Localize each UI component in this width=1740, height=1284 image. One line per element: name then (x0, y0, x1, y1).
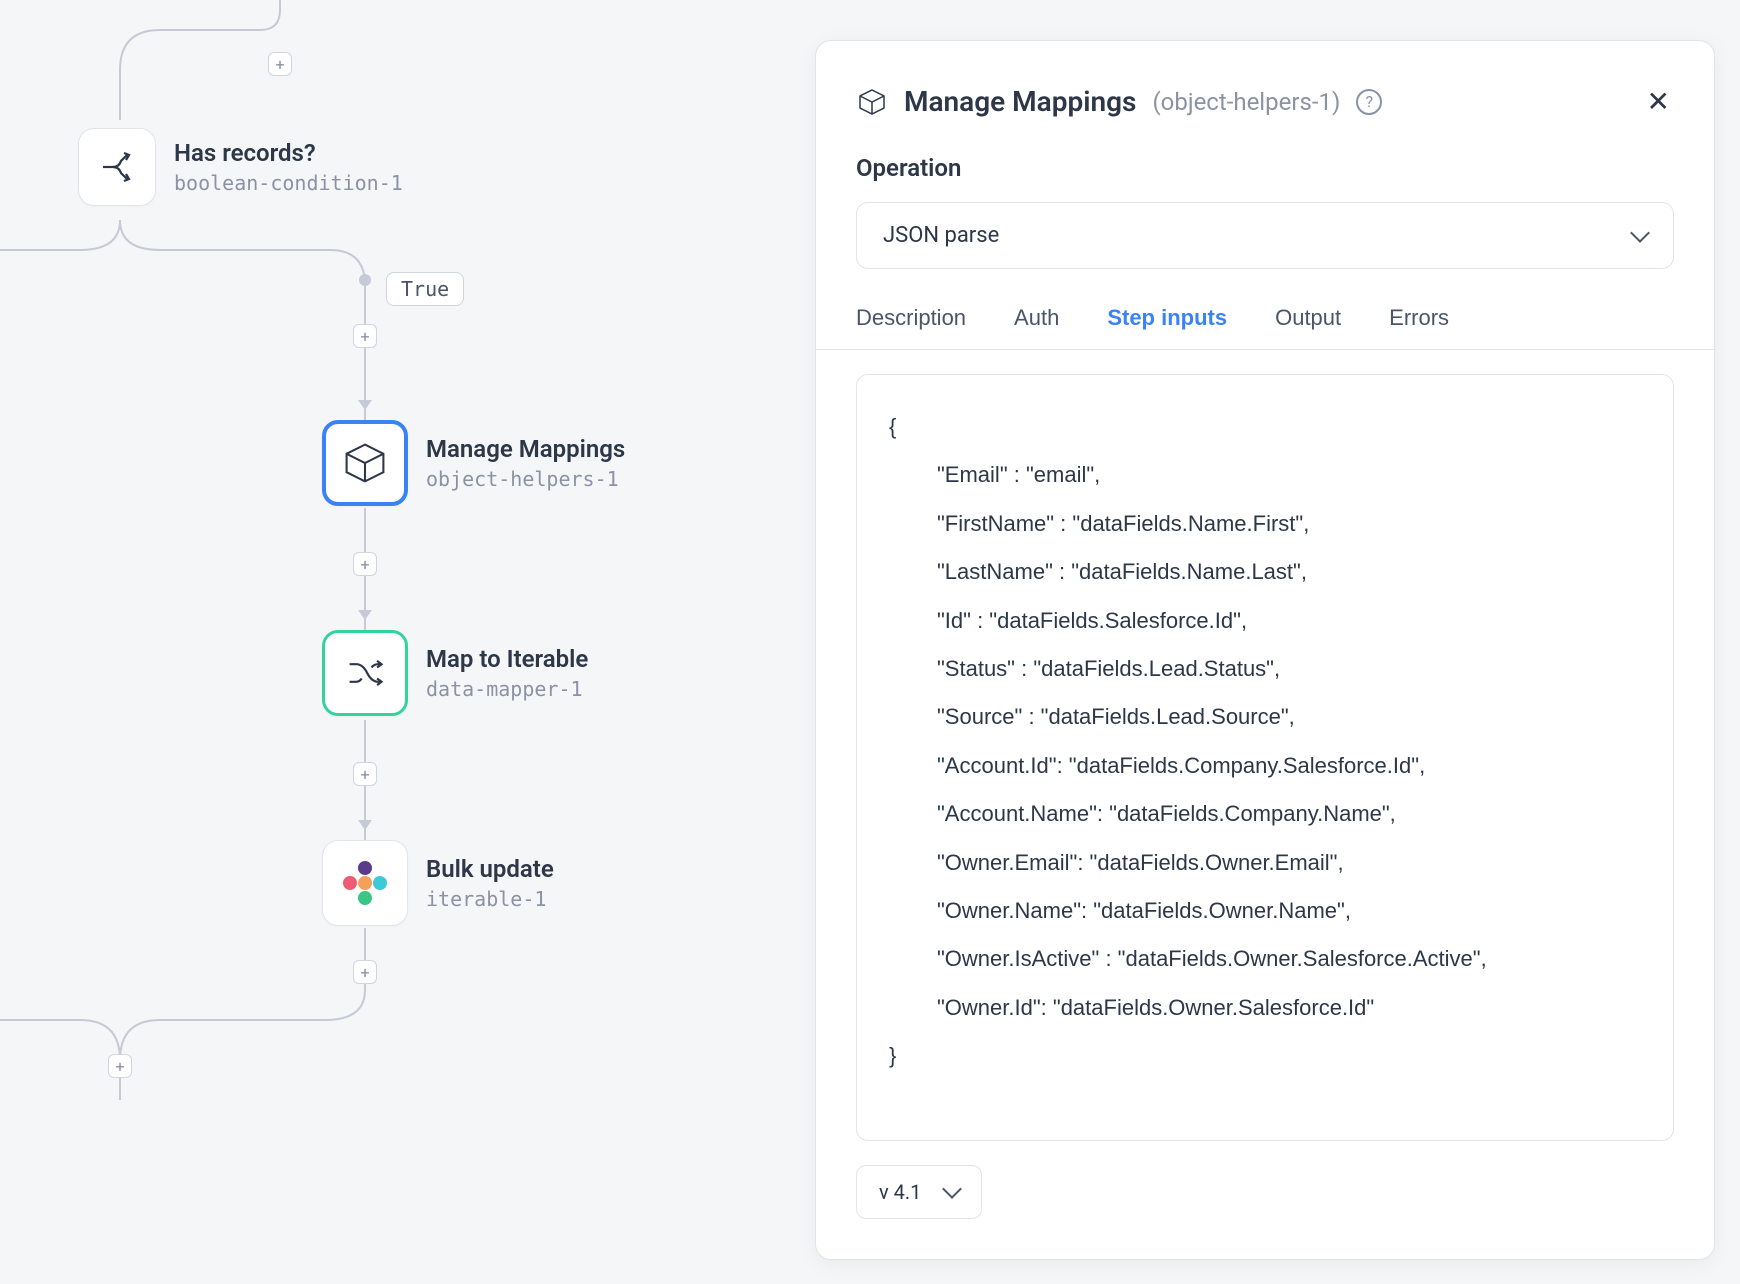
cube-icon (322, 420, 408, 506)
node-subtitle: data-mapper-1 (426, 677, 588, 701)
tab-auth[interactable]: Auth (1014, 305, 1059, 331)
panel-tabs: Description Auth Step inputs Output Erro… (816, 305, 1714, 350)
version-select[interactable]: v 4.1 (856, 1165, 982, 1219)
add-step-button[interactable]: + (353, 552, 377, 576)
shuffle-icon (322, 630, 408, 716)
operation-label: Operation (856, 154, 1674, 182)
add-step-button[interactable]: + (108, 1054, 132, 1078)
node-title: Has records? (174, 139, 403, 167)
node-subtitle: iterable-1 (426, 887, 554, 911)
add-step-button[interactable]: + (268, 52, 292, 76)
chevron-down-icon (943, 1179, 963, 1199)
node-bulk-update[interactable]: Bulk update iterable-1 (322, 840, 554, 926)
node-manage-mappings[interactable]: Manage Mappings object-helpers-1 (322, 420, 625, 506)
iterable-logo-icon (322, 840, 408, 926)
tab-errors[interactable]: Errors (1389, 305, 1449, 331)
branch-icon (78, 128, 156, 206)
version-value: v 4.1 (879, 1180, 921, 1204)
branch-true-label: True (386, 272, 464, 306)
node-map-to-iterable[interactable]: Map to Iterable data-mapper-1 (322, 630, 588, 716)
close-button[interactable]: ✕ (1643, 81, 1674, 122)
panel-subtitle: (object-helpers-1) (1152, 88, 1340, 116)
panel-header: Manage Mappings (object-helpers-1) ? ✕ (856, 81, 1674, 122)
node-title: Bulk update (426, 855, 554, 883)
operation-value: JSON parse (883, 223, 999, 248)
tab-step-inputs[interactable]: Step inputs (1107, 305, 1227, 331)
cube-icon (856, 86, 888, 118)
tab-description[interactable]: Description (856, 305, 966, 331)
help-icon[interactable]: ? (1356, 89, 1382, 115)
tab-output[interactable]: Output (1275, 305, 1341, 331)
step-detail-panel: Manage Mappings (object-helpers-1) ? ✕ O… (815, 40, 1715, 1260)
node-subtitle: object-helpers-1 (426, 467, 625, 491)
add-step-button[interactable]: + (353, 762, 377, 786)
node-title: Manage Mappings (426, 435, 625, 463)
add-step-button[interactable]: + (353, 324, 377, 348)
panel-title: Manage Mappings (904, 85, 1136, 118)
node-subtitle: boolean-condition-1 (174, 171, 403, 195)
add-step-button[interactable]: + (353, 960, 377, 984)
operation-select[interactable]: JSON parse (856, 202, 1674, 269)
chevron-down-icon (1630, 223, 1650, 243)
step-inputs-code[interactable]: { "Email" : "email", "FirstName" : "data… (856, 374, 1674, 1141)
node-has-records[interactable]: Has records? boolean-condition-1 (78, 128, 403, 206)
node-title: Map to Iterable (426, 645, 588, 673)
